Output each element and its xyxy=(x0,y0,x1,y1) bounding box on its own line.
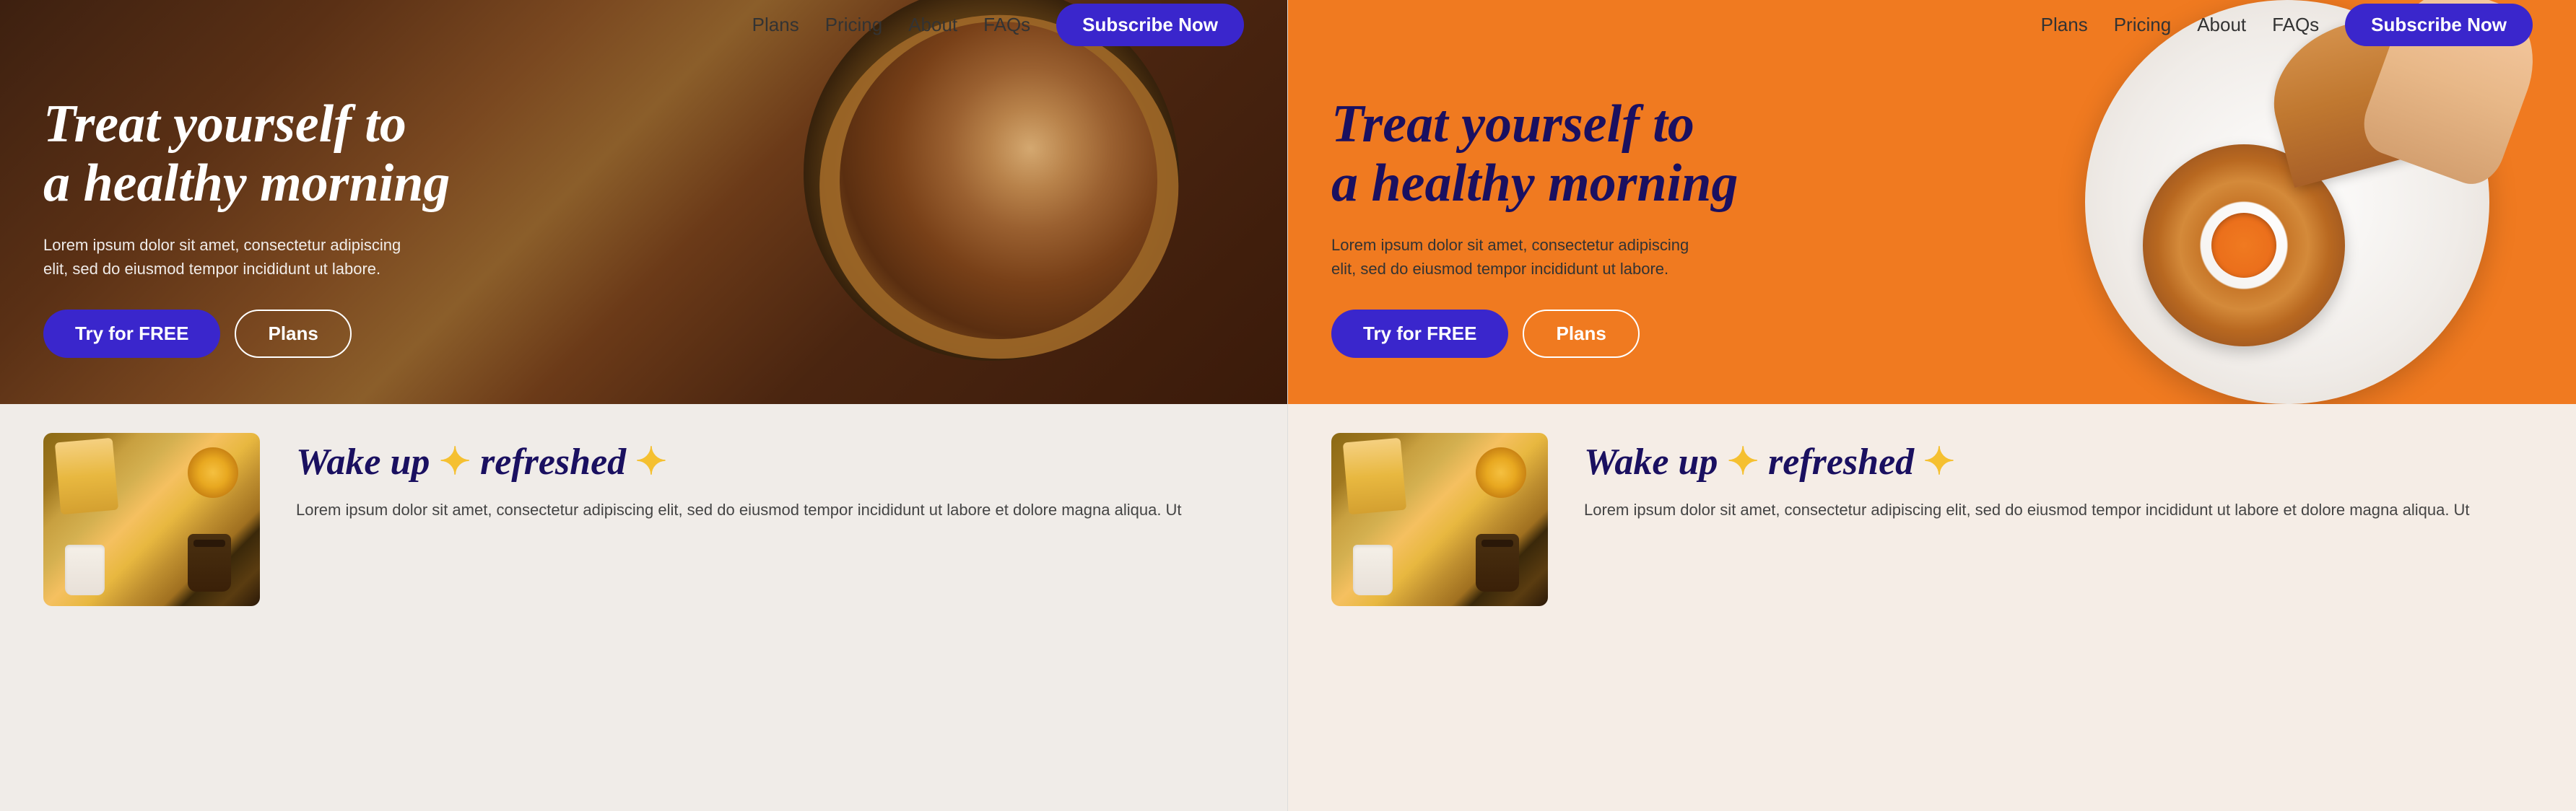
nav-about-right[interactable]: About xyxy=(2197,14,2246,36)
coffee-cup-dark xyxy=(188,534,231,592)
hero-content-right: Treat yourself to a healthy morning Lore… xyxy=(1288,49,1996,404)
plate-container xyxy=(2042,0,2533,404)
hero-description-left: Lorem ipsum dolor sit amet, consectetur … xyxy=(43,233,404,281)
nav-links-left: Plans Pricing About FAQs Subscribe Now xyxy=(752,4,1244,46)
right-panel: Plans Pricing About FAQs Subscribe Now xyxy=(1288,0,2576,811)
bottom-section-right: Wake up ✦ refreshed ✦ Lorem ipsum dolor … xyxy=(1288,404,2576,811)
nav-links-right: Plans Pricing About FAQs Subscribe Now xyxy=(2041,4,2533,46)
breakfast-image-left xyxy=(43,433,260,606)
hero-title-left: Treat yourself to a healthy morning xyxy=(43,95,665,213)
bottom-desc-left: Lorem ipsum dolor sit amet, consectetur … xyxy=(296,498,1244,522)
nav-faqs-right[interactable]: FAQs xyxy=(2272,14,2319,36)
nav-pricing-right[interactable]: Pricing xyxy=(2114,14,2171,36)
nav-about-left[interactable]: About xyxy=(908,14,957,36)
bottom-text-left: Wake up ✦ refreshed ✦ Lorem ipsum dolor … xyxy=(296,433,1244,522)
hero-left: Treat yourself to a healthy morning Lore… xyxy=(0,0,1287,404)
sparkle2-right: ✦ xyxy=(1923,442,1955,483)
hero-right: Treat yourself to a healthy morning Lore… xyxy=(1288,0,2576,404)
hero-description-right: Lorem ipsum dolor sit amet, consectetur … xyxy=(1331,233,1692,281)
nav-faqs-left[interactable]: FAQs xyxy=(983,14,1030,36)
nav-plans-right[interactable]: Plans xyxy=(2041,14,2088,36)
subscribe-button-right[interactable]: Subscribe Now xyxy=(2345,4,2533,46)
sparkle1-right: ✦ xyxy=(1727,442,1759,483)
bottom-text-right: Wake up ✦ refreshed ✦ Lorem ipsum dolor … xyxy=(1584,433,2533,522)
left-panel: Plans Pricing About FAQs Subscribe Now xyxy=(0,0,1288,811)
try-free-button-right[interactable]: Try for FREE xyxy=(1331,310,1508,358)
hero-buttons-left: Try for FREE Plans xyxy=(43,310,665,358)
bagel-svg xyxy=(775,0,1193,404)
try-free-button-left[interactable]: Try for FREE xyxy=(43,310,220,358)
hero-buttons-right: Try for FREE Plans xyxy=(1331,310,1953,358)
sparkle1-left: ✦ xyxy=(439,442,471,483)
plans-button-left[interactable]: Plans xyxy=(235,310,351,358)
hero-title-right: Treat yourself to a healthy morning xyxy=(1331,95,1953,213)
hero-content-left: Treat yourself to a healthy morning Lore… xyxy=(0,49,708,404)
coffee-cup-white-r xyxy=(1353,545,1393,595)
sparkle2-left: ✦ xyxy=(635,442,667,483)
subscribe-button-left[interactable]: Subscribe Now xyxy=(1056,4,1244,46)
nav-pricing-left[interactable]: Pricing xyxy=(825,14,882,36)
bottom-desc-right: Lorem ipsum dolor sit amet, consectetur … xyxy=(1584,498,2533,522)
plans-button-right[interactable]: Plans xyxy=(1523,310,1639,358)
coffee-cup-dark-r xyxy=(1476,534,1519,592)
bottom-title-left: Wake up ✦ refreshed ✦ xyxy=(296,440,1244,483)
bottom-section-left: Wake up ✦ refreshed ✦ Lorem ipsum dolor … xyxy=(0,404,1287,811)
bagel-cream xyxy=(941,58,1013,115)
breakfast-img-left xyxy=(43,433,260,606)
bottom-title-right: Wake up ✦ refreshed ✦ xyxy=(1584,440,2533,483)
breakfast-image-right xyxy=(1331,433,1548,606)
breakfast-img-right xyxy=(1331,433,1548,606)
coffee-cup-white xyxy=(65,545,105,595)
navbar-left: Plans Pricing About FAQs Subscribe Now xyxy=(0,0,1287,49)
nav-plans-left[interactable]: Plans xyxy=(752,14,799,36)
navbar-right: Plans Pricing About FAQs Subscribe Now xyxy=(1288,0,2576,49)
